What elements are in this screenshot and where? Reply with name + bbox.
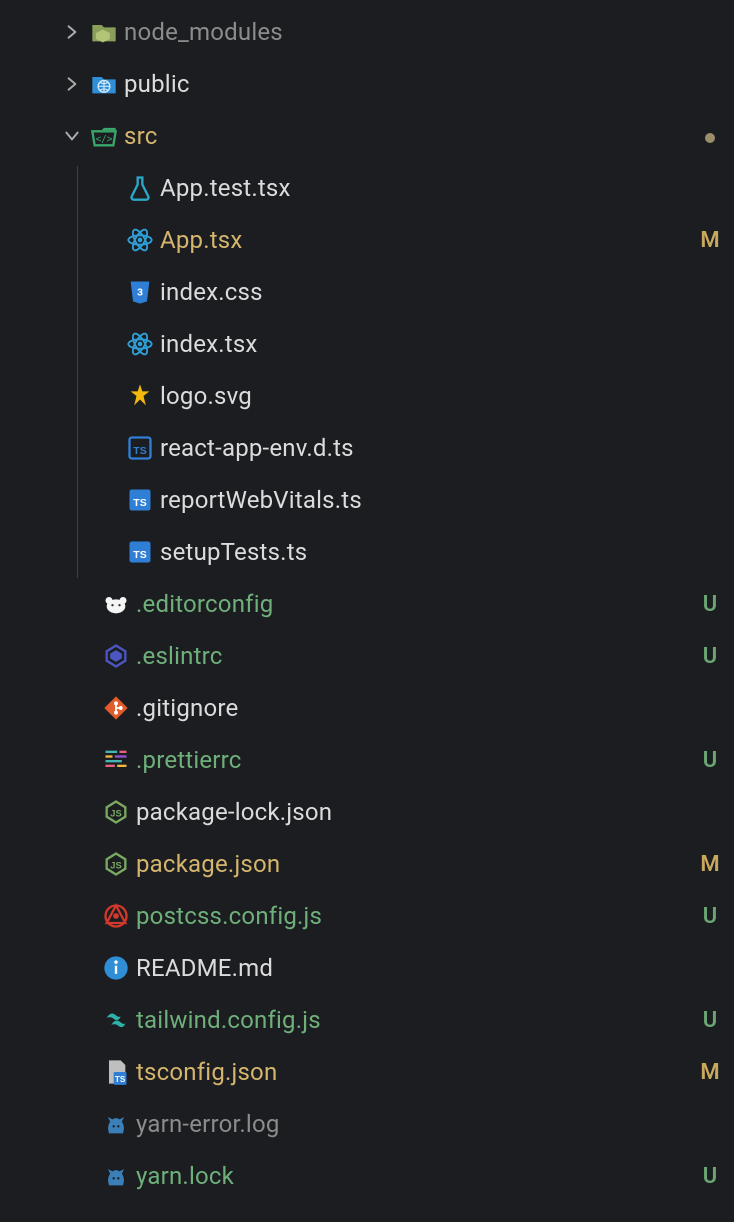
tree-item-eslintrc[interactable]: .eslintrcU (0, 630, 734, 682)
postcss-icon (96, 902, 136, 930)
file-label: tsconfig.json (136, 1058, 692, 1086)
react-icon (120, 226, 160, 254)
tree-item-src[interactable]: src (0, 110, 734, 162)
tree-item-yarn-error[interactable]: yarn-error.log (0, 1098, 734, 1150)
tree-item-tsconfig[interactable]: tsconfig.jsonM (0, 1046, 734, 1098)
folder-src-icon (84, 122, 124, 150)
tree-item-report-web-vitals[interactable]: reportWebVitals.ts (0, 474, 734, 526)
tree-item-postcss[interactable]: postcss.config.jsU (0, 890, 734, 942)
tree-item-yarn-lock[interactable]: yarn.lockU (0, 1150, 734, 1202)
file-label: package-lock.json (136, 798, 692, 826)
file-label: index.tsx (160, 330, 692, 358)
tree-item-package-json[interactable]: package.jsonM (0, 838, 734, 890)
ts-solid-icon (120, 538, 160, 566)
git-status-badge: M (692, 228, 734, 253)
git-icon (96, 694, 136, 722)
react-icon (120, 330, 160, 358)
git-status-badge: M (692, 852, 734, 877)
tree-item-prettierrc[interactable]: .prettierrcU (0, 734, 734, 786)
file-label: .editorconfig (136, 590, 692, 618)
file-label: .eslintrc (136, 642, 692, 670)
file-label: src (124, 122, 692, 150)
file-label: setupTests.ts (160, 538, 692, 566)
git-status-badge: U (692, 748, 734, 773)
file-explorer: node_modulespublic src App.test.tsx App.tsx… (0, 0, 734, 1202)
tree-item-logo-svg[interactable]: logo.svg (0, 370, 734, 422)
file-label: App.test.tsx (160, 174, 692, 202)
file-label: .prettierrc (136, 746, 692, 774)
ts-outline-icon (120, 434, 160, 462)
file-label: postcss.config.js (136, 902, 692, 930)
tree-item-package-lock[interactable]: package-lock.json (0, 786, 734, 838)
git-status-badge (692, 124, 734, 149)
file-label: package.json (136, 850, 692, 878)
yarn-icon (96, 1162, 136, 1190)
css-icon (120, 278, 160, 306)
git-status-badge: U (692, 904, 734, 929)
file-label: index.css (160, 278, 692, 306)
git-status-badge: U (692, 1164, 734, 1189)
tree-item-index-css[interactable]: index.css (0, 266, 734, 318)
svg-star-icon (120, 382, 160, 410)
chevron-down-icon[interactable] (60, 127, 84, 145)
tree-item-setup-tests[interactable]: setupTests.ts (0, 526, 734, 578)
file-tree: node_modulespublic src App.test.tsx App.tsx… (0, 0, 734, 1202)
tree-item-node_modules[interactable]: node_modules (0, 6, 734, 58)
file-label: App.tsx (160, 226, 692, 254)
folder-public-icon (84, 70, 124, 98)
ts-solid-icon (120, 486, 160, 514)
git-status-badge: M (692, 1060, 734, 1085)
nodejs-icon (96, 798, 136, 826)
folder-dim-icon (84, 18, 124, 46)
tree-item-react-app-env[interactable]: react-app-env.d.ts (0, 422, 734, 474)
tailwind-icon (96, 1006, 136, 1034)
git-status-badge: U (692, 1008, 734, 1033)
tree-item-tailwind[interactable]: tailwind.config.jsU (0, 994, 734, 1046)
file-label: react-app-env.d.ts (160, 434, 692, 462)
tree-item-public[interactable]: public (0, 58, 734, 110)
tree-item-index-tsx[interactable]: index.tsx (0, 318, 734, 370)
tree-item-gitignore[interactable]: .gitignore (0, 682, 734, 734)
editorconfig-icon (96, 590, 136, 618)
prettier-icon (96, 746, 136, 774)
chevron-right-icon[interactable] (60, 75, 84, 93)
file-label: reportWebVitals.ts (160, 486, 692, 514)
file-label: node_modules (124, 18, 692, 46)
file-label: yarn-error.log (136, 1110, 692, 1138)
file-label: tailwind.config.js (136, 1006, 692, 1034)
tree-item-editorconfig[interactable]: .editorconfigU (0, 578, 734, 630)
nodejs-icon (96, 850, 136, 878)
chevron-right-icon[interactable] (60, 23, 84, 41)
tree-item-readme[interactable]: README.md (0, 942, 734, 994)
git-status-badge: U (692, 644, 734, 669)
git-status-badge: U (692, 592, 734, 617)
file-label: README.md (136, 954, 692, 982)
file-label: public (124, 70, 692, 98)
tsconfig-icon (96, 1058, 136, 1086)
tree-item-app-test[interactable]: App.test.tsx (0, 162, 734, 214)
file-label: yarn.lock (136, 1162, 692, 1190)
file-label: logo.svg (160, 382, 692, 410)
eslint-icon (96, 642, 136, 670)
yarn-icon (96, 1110, 136, 1138)
file-label: .gitignore (136, 694, 692, 722)
info-icon (96, 954, 136, 982)
tree-item-app-tsx[interactable]: App.tsxM (0, 214, 734, 266)
flask-icon (120, 174, 160, 202)
